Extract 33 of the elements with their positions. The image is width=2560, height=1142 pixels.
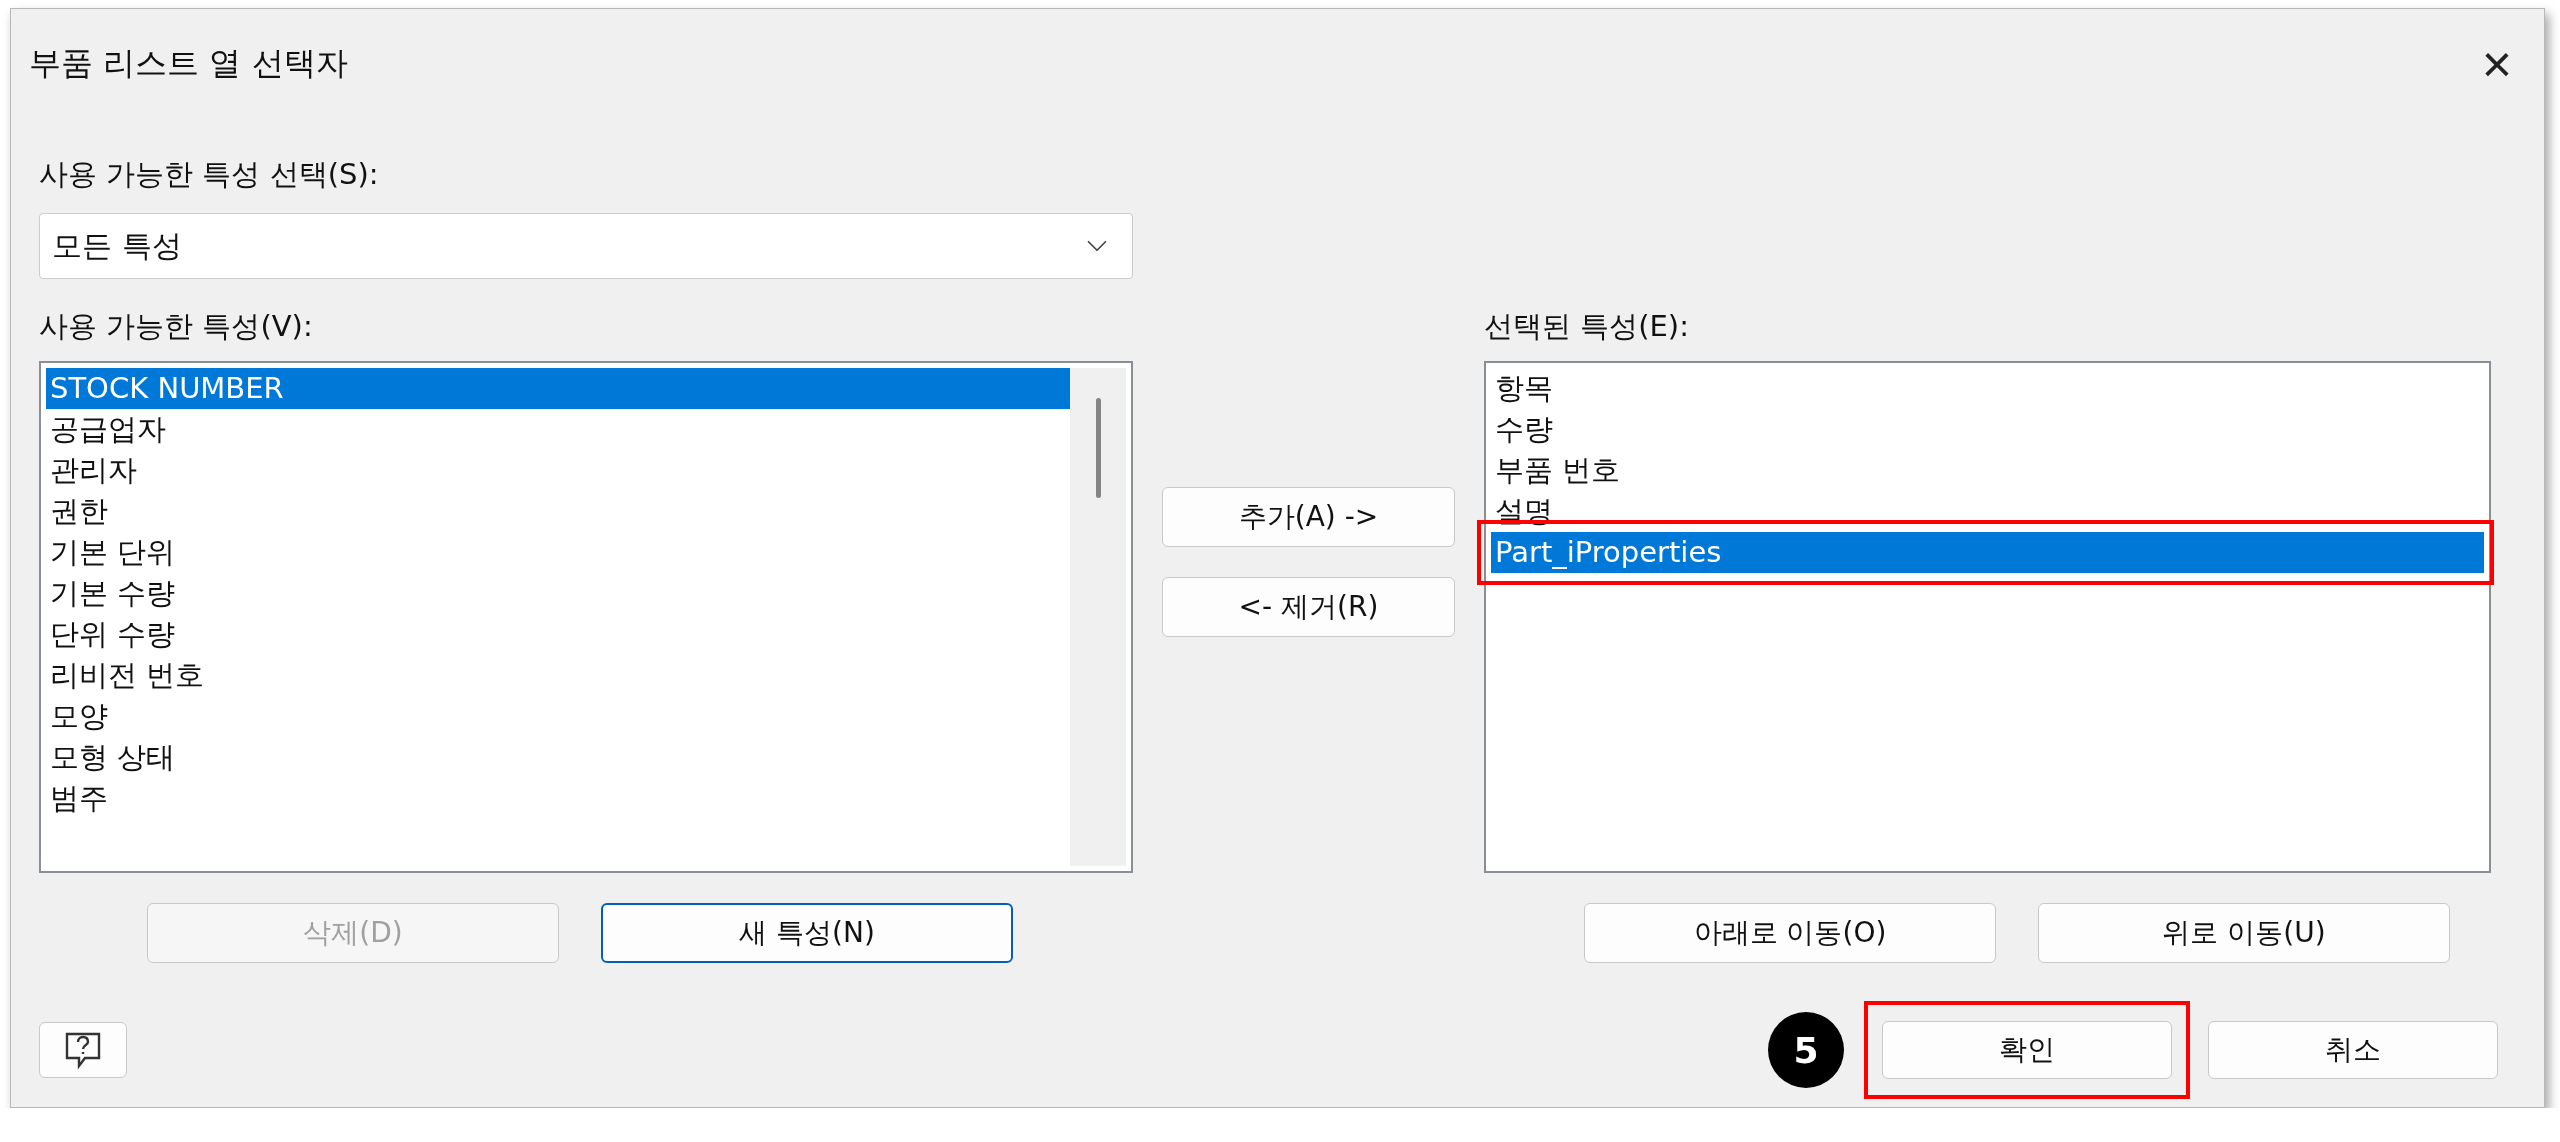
list-item[interactable]: Part_iProperties	[1491, 532, 2484, 573]
list-button[interactable]: 새 특성(N)	[601, 903, 1013, 963]
move-button[interactable]: 위로 이동(U)	[2038, 903, 2450, 963]
list-item[interactable]: 관리자	[46, 450, 1070, 491]
transfer-button[interactable]: <- 제거(R)	[1162, 577, 1455, 637]
close-button[interactable]: ×	[2477, 38, 2516, 90]
list-item[interactable]: 범주	[46, 778, 1070, 819]
list-label: 선택된 특성(E):	[1484, 308, 1690, 345]
list-item[interactable]: 기본 단위	[46, 532, 1070, 573]
field-label: 사용 가능한 특성 선택(S):	[39, 156, 380, 193]
step-badge: 5	[1768, 1012, 1844, 1088]
list-item[interactable]: 권한	[46, 491, 1070, 532]
dialog-button[interactable]: 확인	[1882, 1021, 2172, 1079]
dialog-button[interactable]: 취소	[2208, 1021, 2498, 1079]
move-button[interactable]: 아래로 이동(O)	[1584, 903, 1996, 963]
property-dropdown[interactable]: 모든 특성	[39, 213, 1133, 279]
help-icon	[63, 1030, 103, 1070]
list-item[interactable]: 수량	[1491, 409, 2484, 450]
list-label: 사용 가능한 특성(V):	[39, 308, 314, 345]
window-title: 부품 리스트 열 선택자	[29, 43, 348, 84]
list-item[interactable]: 단위 수량	[46, 614, 1070, 655]
list-item[interactable]: 리비전 번호	[46, 655, 1070, 696]
list-item[interactable]: 모양	[46, 696, 1070, 737]
scrollbar[interactable]	[1070, 368, 1126, 866]
list-item[interactable]: 기본 수량	[46, 573, 1070, 614]
help-button[interactable]	[39, 1022, 127, 1078]
list-item[interactable]: STOCK NUMBER	[46, 368, 1070, 409]
list-item[interactable]: 부품 번호	[1491, 450, 2484, 491]
list-box[interactable]: STOCK NUMBER 공급업자 관리자 권한 기본 단위 기본 수량 단위 수량 리비전 번호 모양 모형 상태 범주	[39, 361, 1133, 873]
list-item[interactable]: 공급업자	[46, 409, 1070, 450]
list-item[interactable]: 항목	[1491, 368, 2484, 409]
transfer-button[interactable]: 추가(A) ->	[1162, 487, 1455, 547]
list-item[interactable]: 모형 상태	[46, 737, 1070, 778]
